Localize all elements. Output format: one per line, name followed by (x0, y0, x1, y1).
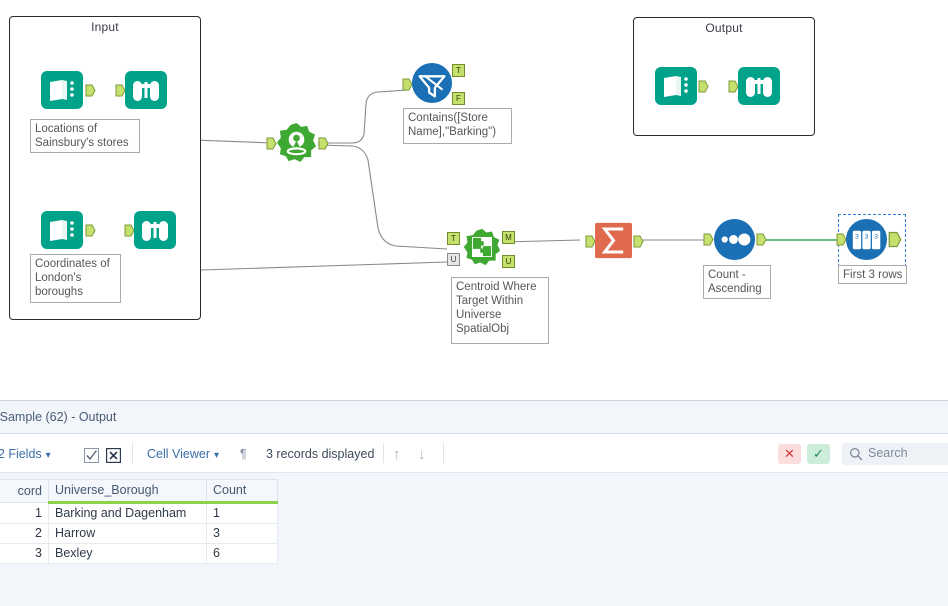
match-matched-anchor[interactable]: M (502, 231, 515, 244)
records-displayed-label: 3 records displayed (266, 447, 375, 461)
match-unmatched-anchor[interactable]: U (502, 255, 515, 268)
filter-icon (411, 62, 453, 104)
summarize-icon (594, 222, 633, 259)
output-anchor[interactable] (633, 235, 644, 248)
output-anchor[interactable] (85, 224, 96, 237)
search-placeholder-label: Search (868, 446, 908, 460)
results-table: cord Universe_Borough Count 1 Barking an… (0, 479, 278, 564)
output-anchor[interactable] (85, 84, 96, 97)
annotation-sample: First 3 rows (838, 265, 907, 284)
results-toolbar[interactable]: of 2 Fields▾ Cell Viewer▾ ¶ 3 records (0, 434, 948, 473)
annotation-filter: Contains([Store Name],"Barking") (403, 108, 512, 144)
chevron-down-icon: ▾ (45, 450, 51, 461)
match-universe-anchor[interactable]: U (447, 253, 460, 266)
alteryx-designer-window: Input Locations of Sainsbury's stores Co… (0, 0, 948, 606)
browse-icon (124, 68, 168, 112)
output-anchor[interactable] (756, 233, 767, 246)
column-header-record[interactable]: cord (0, 479, 49, 503)
cell-borough: Bexley (48, 543, 207, 564)
checkbox-checked-icon[interactable] (84, 448, 99, 463)
table-row[interactable]: 1 Barking and Dagenham 1 (0, 502, 278, 524)
cell-viewer-selector[interactable]: Cell Viewer ▾ (147, 447, 219, 461)
cell-borough: Barking and Dagenham (48, 502, 207, 524)
cell-record: 2 (0, 523, 49, 544)
output-anchor[interactable] (698, 80, 709, 93)
results-header: - Sample (62) - Output (0, 401, 948, 434)
input-data-icon (654, 64, 698, 108)
toolbar-divider (132, 443, 133, 463)
checkbox-clear-icon[interactable] (106, 448, 121, 463)
table-header-row: cord Universe_Borough Count (0, 479, 278, 504)
column-header-universe-borough[interactable]: Universe_Borough (48, 479, 207, 504)
annotation-spatial-match: Centroid Where Target Within Universe Sp… (451, 277, 549, 344)
cell-record: 3 (0, 543, 49, 564)
toolbar-divider (443, 443, 444, 463)
input-data-icon (40, 208, 84, 252)
cell-count: 1 (206, 502, 278, 524)
table-row[interactable]: 2 Harrow 3 (0, 523, 278, 544)
arrow-up-icon[interactable]: ↑ (393, 446, 401, 463)
output-anchor[interactable] (888, 231, 902, 248)
output-anchor[interactable] (318, 137, 329, 150)
annotation-sort: Count - Ascending (703, 265, 771, 299)
svg-text:3: 3 (865, 234, 869, 241)
cell-count: 3 (206, 523, 278, 544)
match-target-anchor[interactable]: T (447, 232, 460, 245)
browse-icon (737, 64, 781, 108)
cell-borough: Harrow (48, 523, 207, 544)
column-header-count[interactable]: Count (206, 479, 278, 504)
cell-viewer-label: Cell Viewer (147, 447, 210, 461)
pilcrow-icon[interactable]: ¶ (240, 447, 247, 461)
svg-text:3: 3 (874, 234, 878, 241)
annotation-input-boroughs: Coordinates of London's boroughs (30, 254, 121, 303)
fields-selector-label: of 2 Fields (0, 447, 42, 461)
toolbar-divider (383, 443, 384, 463)
confirm-button[interactable]: ✓ (807, 444, 830, 464)
chevron-down-icon: ▾ (214, 450, 220, 461)
workflow-canvas[interactable]: Input Locations of Sainsbury's stores Co… (0, 0, 948, 400)
filter-false-anchor[interactable]: F (452, 92, 465, 105)
results-grid[interactable]: cord Universe_Borough Count 1 Barking an… (0, 473, 948, 606)
browse-icon (133, 208, 177, 252)
cell-record: 1 (0, 502, 49, 524)
output-container-title: Output (705, 21, 743, 35)
svg-text:3: 3 (855, 234, 859, 241)
results-title: - Sample (62) - Output (0, 410, 117, 424)
annotation-input-stores: Locations of Sainsbury's stores (30, 119, 140, 153)
table-row[interactable]: 3 Bexley 6 (0, 543, 278, 564)
spatial-match-icon (462, 227, 502, 267)
cancel-button[interactable]: ✕ (778, 444, 801, 464)
results-panel: - Sample (62) - Output of 2 Fields▾ (0, 400, 948, 606)
arrow-down-icon[interactable]: ↓ (418, 446, 426, 463)
create-points-icon (275, 121, 318, 164)
filter-true-anchor[interactable]: T (452, 64, 465, 77)
fields-selector[interactable]: of 2 Fields▾ (0, 447, 51, 461)
search-input[interactable]: Search (842, 443, 948, 465)
sample-icon: 3 3 3 (845, 218, 888, 261)
search-icon (849, 447, 863, 461)
input-data-icon (40, 68, 84, 112)
sort-icon (713, 218, 756, 261)
cell-count: 6 (206, 543, 278, 564)
input-container-title: Input (91, 20, 119, 34)
